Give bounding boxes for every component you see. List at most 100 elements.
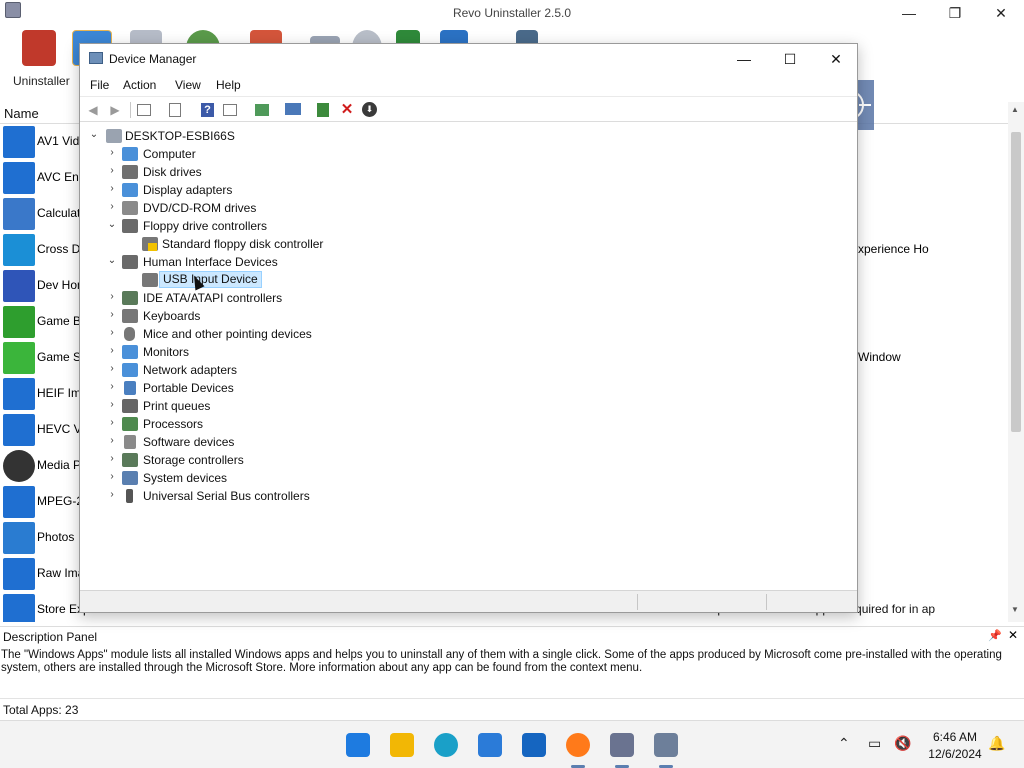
tree-node-keyboards[interactable]: › Keyboards <box>106 307 506 325</box>
clock-time[interactable]: 6:46 AM <box>925 730 985 744</box>
chevron-right-icon[interactable]: › <box>106 309 118 320</box>
app-name: HEVC Vi <box>37 422 85 436</box>
clock-date[interactable]: 12/6/2024 <box>921 747 989 761</box>
properties-icon[interactable] <box>169 103 181 117</box>
app-icon <box>3 270 35 302</box>
status-divider <box>766 594 767 610</box>
menu-action[interactable]: Action <box>123 78 156 92</box>
tree-node-display-adapters[interactable]: › Display adapters <box>106 181 506 199</box>
volume-muted-icon[interactable]: 🔇 <box>894 735 911 752</box>
keyboard-icon <box>122 309 138 323</box>
dm-maximize-button[interactable]: ☐ <box>767 44 813 74</box>
microsoft-store-icon[interactable] <box>478 733 502 757</box>
tree-node-human-interface-devices[interactable]: ⌄ Human Interface Devices <box>106 253 506 271</box>
update-driver-icon[interactable] <box>255 104 269 116</box>
tree-node-label: IDE ATA/ATAPI controllers <box>143 291 283 305</box>
chevron-down-icon[interactable]: ⌄ <box>106 255 118 266</box>
chevron-down-icon[interactable]: ⌄ <box>106 219 118 230</box>
chevron-right-icon[interactable]: › <box>106 435 118 446</box>
notification-bell-icon[interactable]: 🔔 <box>988 735 1005 752</box>
scroll-thumb[interactable] <box>1011 132 1021 432</box>
tree-node-storage-controllers[interactable]: › Storage controllers <box>106 451 506 469</box>
chevron-right-icon[interactable]: › <box>106 453 118 464</box>
chevron-right-icon[interactable]: › <box>106 471 118 482</box>
tree-node-system-devices[interactable]: › System devices <box>106 469 506 487</box>
chevron-right-icon[interactable]: › <box>106 345 118 356</box>
chevron-right-icon[interactable]: › <box>106 489 118 500</box>
tree-node-label: DVD/CD-ROM drives <box>143 201 257 215</box>
uninstall-device-icon[interactable]: ✕ <box>339 102 355 118</box>
forward-arrow-icon[interactable]: ▶ <box>107 102 123 118</box>
network-icon[interactable]: ▭ <box>868 735 881 752</box>
add-legacy-hardware-icon[interactable] <box>317 103 329 117</box>
tree-root[interactable]: ⌄ DESKTOP-ESBI66S <box>88 127 388 145</box>
uninstaller-tool-icon[interactable] <box>22 30 56 66</box>
chevron-right-icon[interactable]: › <box>106 147 118 158</box>
device-manager-taskbar-icon[interactable] <box>654 733 678 757</box>
system-device-icon <box>122 471 138 485</box>
tree-node-disk-drives[interactable]: › Disk drives <box>106 163 506 181</box>
menu-view[interactable]: View <box>175 78 201 92</box>
show-hide-console-tree-icon[interactable] <box>137 104 151 116</box>
taskbar: ⌃ ▭ 🔇 6:46 AM 12/6/2024 🔔 <box>0 720 1024 768</box>
tree-node-floppy-controllers[interactable]: ⌄ Floppy drive controllers <box>106 217 506 235</box>
chevron-right-icon[interactable]: › <box>106 363 118 374</box>
scroll-up-icon[interactable]: ▲ <box>1011 105 1019 114</box>
firefox-icon[interactable] <box>566 733 590 757</box>
tree-child-floppy-controller[interactable]: Standard floppy disk controller <box>142 235 542 253</box>
chevron-down-icon[interactable]: ⌄ <box>88 129 100 140</box>
pin-icon[interactable]: 📌 <box>988 629 1002 642</box>
chevron-right-icon[interactable]: › <box>106 417 118 428</box>
revo-close-button[interactable]: ✕ <box>978 0 1024 26</box>
tree-node-portable-devices[interactable]: › Portable Devices <box>106 379 506 397</box>
app-icon <box>3 342 35 374</box>
tree-node-label: Print queues <box>143 399 211 413</box>
chevron-right-icon[interactable]: › <box>106 399 118 410</box>
dm-close-button[interactable]: ✕ <box>813 44 859 74</box>
mouse-icon <box>124 327 135 341</box>
chevron-right-icon[interactable]: › <box>106 201 118 212</box>
app-icon <box>3 378 35 410</box>
tree-node-label: Mice and other pointing devices <box>143 327 312 341</box>
menu-help[interactable]: Help <box>216 78 241 92</box>
description-close-icon[interactable]: ✕ <box>1008 628 1018 642</box>
scroll-down-icon[interactable]: ▼ <box>1011 605 1019 614</box>
edge-browser-icon[interactable] <box>434 733 458 757</box>
revo-vertical-scrollbar[interactable]: ▲ ▼ <box>1008 102 1024 622</box>
start-button-icon[interactable] <box>346 733 370 757</box>
tree-node-computer[interactable]: › Computer <box>106 145 506 163</box>
chevron-right-icon[interactable]: › <box>106 183 118 194</box>
chevron-right-icon[interactable]: › <box>106 381 118 392</box>
tree-node-dvd-drives[interactable]: › DVD/CD-ROM drives <box>106 199 506 217</box>
tree-node-label: Storage controllers <box>143 453 244 467</box>
file-explorer-icon[interactable] <box>390 733 414 757</box>
revo-uninstaller-taskbar-icon[interactable] <box>610 733 634 757</box>
chevron-up-icon[interactable]: ⌃ <box>838 735 850 752</box>
action-pane-icon[interactable] <box>223 104 237 116</box>
dm-minimize-button[interactable]: — <box>721 44 767 74</box>
device-manager-toolbar: ◀ ▶ ? ✕ ⬇ <box>80 96 857 122</box>
menu-file[interactable]: File <box>90 78 109 92</box>
help-icon[interactable]: ? <box>201 103 214 117</box>
tree-node-print-queues[interactable]: › Print queues <box>106 397 506 415</box>
scan-hardware-icon[interactable] <box>285 103 301 115</box>
chevron-right-icon[interactable]: › <box>106 327 118 338</box>
tree-node-software-devices[interactable]: › Software devices <box>106 433 506 451</box>
tree-node-mice[interactable]: › Mice and other pointing devices <box>106 325 506 343</box>
tree-node-processors[interactable]: › Processors <box>106 415 506 433</box>
chevron-right-icon[interactable]: › <box>106 165 118 176</box>
tree-node-monitors[interactable]: › Monitors <box>106 343 506 361</box>
tree-node-label: Portable Devices <box>143 381 234 395</box>
tree-node-network-adapters[interactable]: › Network adapters <box>106 361 506 379</box>
disable-device-icon[interactable]: ⬇ <box>362 102 377 117</box>
app-name: Game B <box>37 314 82 328</box>
tree-node-label: Processors <box>143 417 204 431</box>
name-column-header[interactable]: Name <box>4 106 39 121</box>
tree-node-usb-controllers[interactable]: › Universal Serial Bus controllers <box>106 487 506 505</box>
tree-node-ide-controllers[interactable]: › IDE ATA/ATAPI controllers <box>106 289 506 307</box>
back-arrow-icon[interactable]: ◀ <box>85 102 101 118</box>
chevron-right-icon[interactable]: › <box>106 291 118 302</box>
revo-minimize-button[interactable]: — <box>886 0 932 26</box>
revo-restore-button[interactable]: ❐ <box>932 0 978 26</box>
outlook-icon[interactable] <box>522 733 546 757</box>
